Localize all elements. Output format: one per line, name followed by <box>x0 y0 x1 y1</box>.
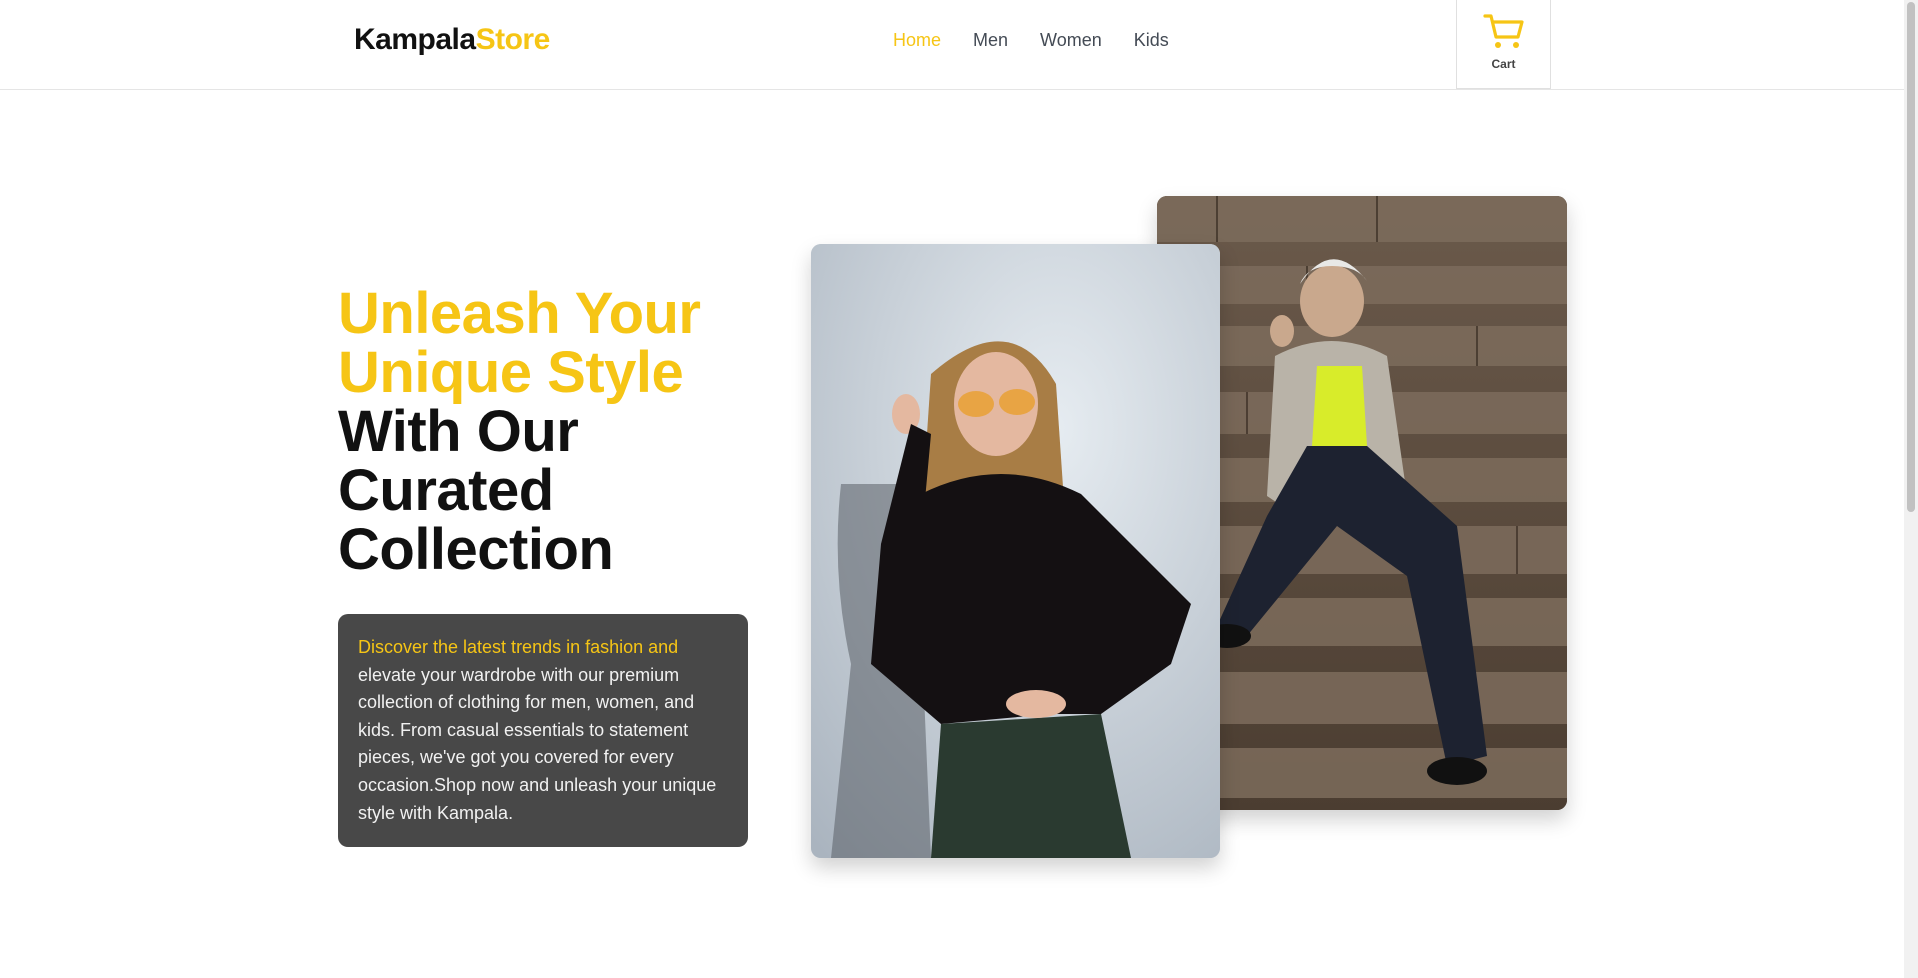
headline-line-5: Collection <box>338 517 614 582</box>
page-scrollbar[interactable] <box>1904 0 1918 978</box>
logo-text-accent: Store <box>475 23 551 56</box>
cart-icon <box>1483 14 1524 48</box>
site-header: KampalaStore Home Men Women Kids Cart <box>0 0 1904 90</box>
description-highlight: Discover the latest trends in fashion an… <box>358 637 679 657</box>
cart-label: Cart <box>1491 57 1516 71</box>
nav-item-women[interactable]: Women <box>1040 28 1102 52</box>
hero-headline: Unleash Your Unique Style With Our Curat… <box>338 284 758 579</box>
description-text: elevate your wardrobe with our premium c… <box>358 664 717 823</box>
hero-description: Discover the latest trends in fashion an… <box>338 614 748 847</box>
nav-item-home[interactable]: Home <box>893 28 941 52</box>
logo-text-primary: Kampala <box>354 23 476 56</box>
headline-line-3: With Our <box>338 399 579 464</box>
nav-item-kids[interactable]: Kids <box>1134 28 1169 52</box>
hero-image-woman <box>811 244 1220 858</box>
scrollbar-thumb[interactable] <box>1907 2 1915 512</box>
cart-button[interactable]: Cart <box>1456 0 1551 89</box>
headline-line-1: Unleash Your <box>338 281 701 346</box>
main-nav: Home Men Women Kids <box>893 28 1201 52</box>
nav-item-men[interactable]: Men <box>973 28 1008 52</box>
headline-line-2: Unique Style <box>338 340 684 405</box>
headline-line-4: Curated <box>338 458 554 523</box>
logo[interactable]: KampalaStore <box>354 22 550 58</box>
